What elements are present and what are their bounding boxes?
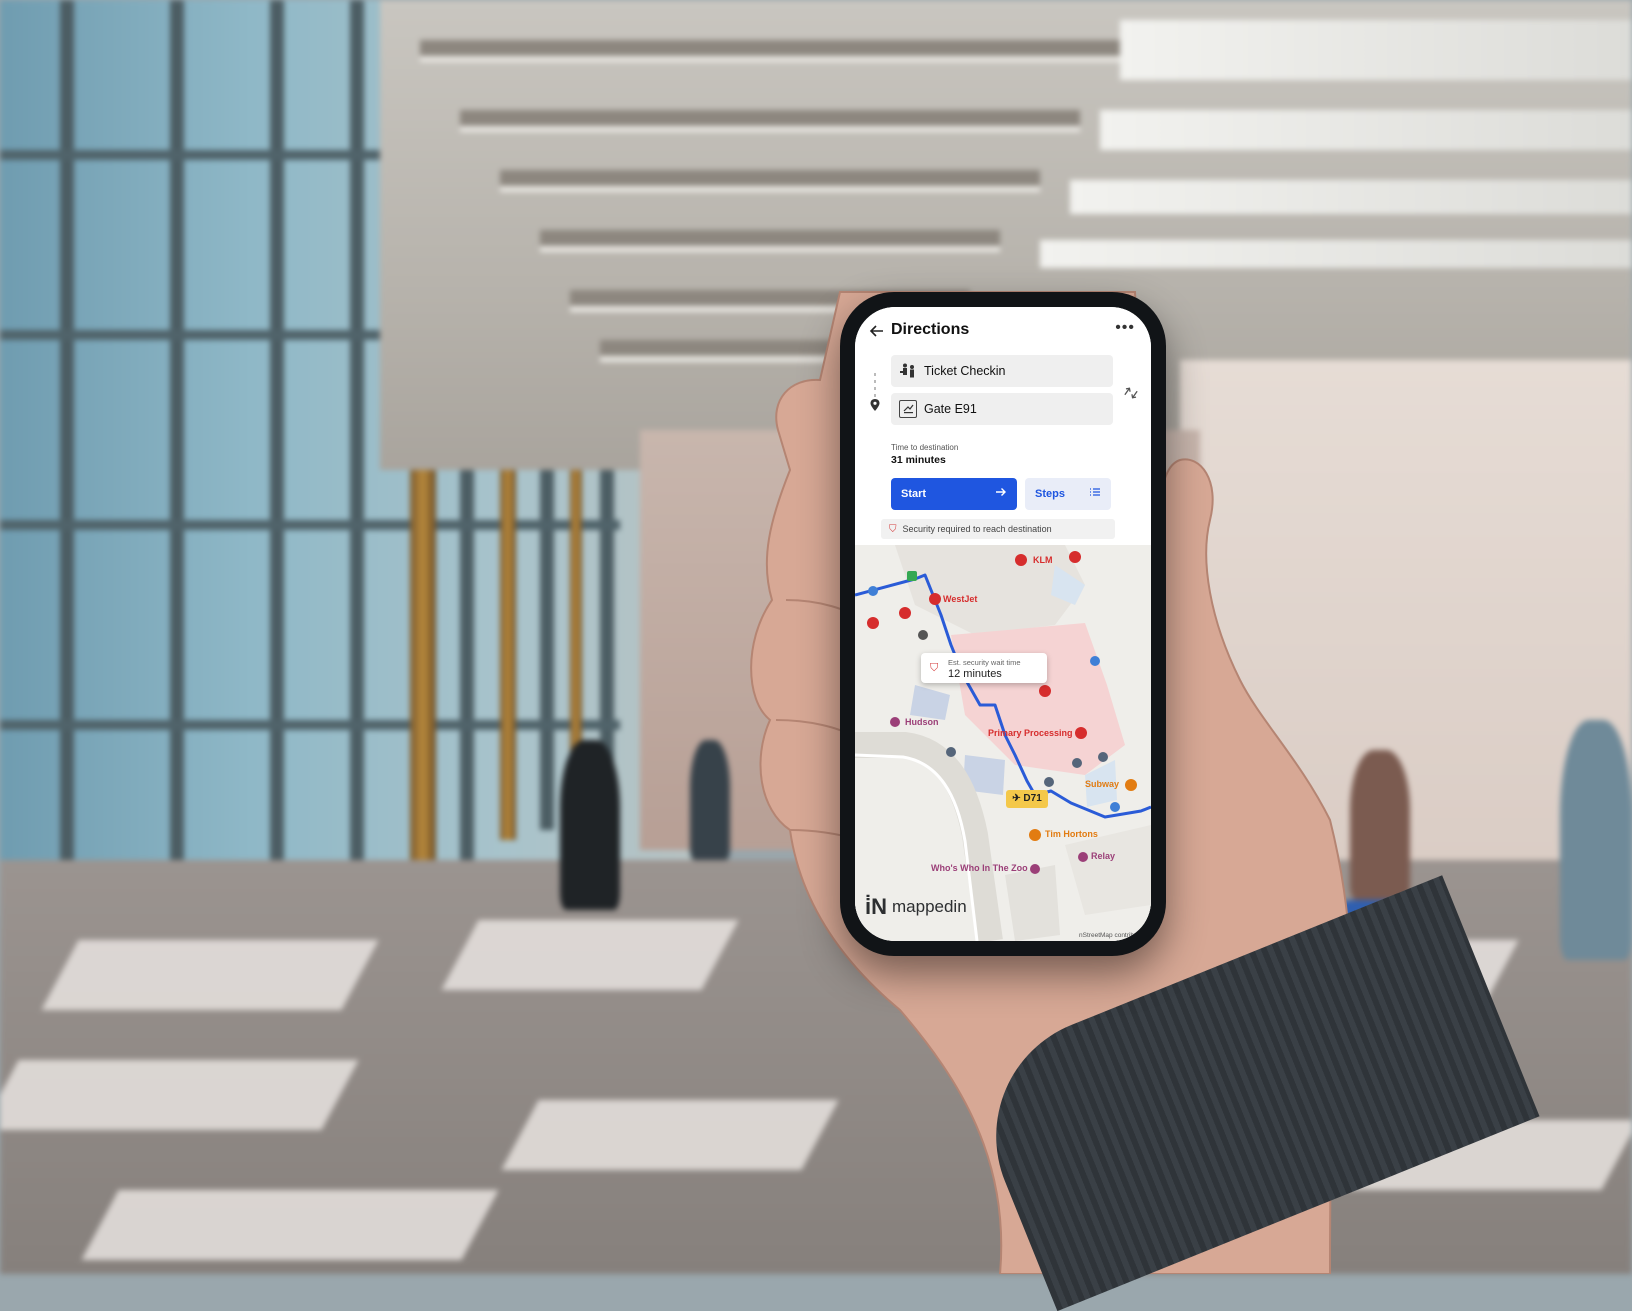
time-to-destination-value: 31 minutes bbox=[891, 454, 946, 466]
phone-screen: Directions ••• Ticket Checkin Gate E91 T… bbox=[855, 307, 1151, 941]
map-view[interactable]: KLM WestJet Hudson Primary Processing Su… bbox=[855, 545, 1151, 941]
airline-counter-icon bbox=[867, 617, 879, 629]
security-icon bbox=[1039, 685, 1051, 697]
security-checkpoint-icon bbox=[1072, 758, 1082, 768]
airline-counter-icon bbox=[899, 607, 911, 619]
shop-icon bbox=[1030, 864, 1040, 874]
gate-label: D71 bbox=[1023, 793, 1042, 804]
poi-klm[interactable]: KLM bbox=[1033, 555, 1053, 565]
page-title: Directions bbox=[891, 321, 970, 338]
poi-primary-processing[interactable]: Primary Processing bbox=[988, 728, 1073, 738]
start-button[interactable]: Start bbox=[891, 478, 1017, 510]
airplane-icon: ✈ bbox=[1012, 793, 1021, 804]
poi-tim-hortons[interactable]: Tim Hortons bbox=[1045, 829, 1098, 839]
security-notice: ⛉ Security required to reach destination bbox=[881, 519, 1115, 539]
directions-panel: Directions ••• Ticket Checkin Gate E91 T… bbox=[855, 307, 1151, 557]
gate-marker[interactable]: ✈ D71 bbox=[1006, 790, 1048, 808]
wait-time-value: 12 minutes bbox=[948, 668, 1002, 680]
mappedin-logo: i̇N mappedin bbox=[865, 894, 967, 920]
security-checkpoint-icon bbox=[1044, 777, 1054, 787]
mappedin-mark-icon: i̇N bbox=[865, 894, 887, 919]
restaurant-icon bbox=[1029, 829, 1041, 841]
list-icon bbox=[1089, 485, 1101, 503]
destination-field[interactable]: Gate E91 bbox=[891, 393, 1113, 425]
location-pin-icon bbox=[870, 399, 880, 414]
phone: Directions ••• Ticket Checkin Gate E91 T… bbox=[840, 292, 1166, 956]
shop-icon bbox=[1090, 656, 1100, 666]
poi-subway[interactable]: Subway bbox=[1085, 779, 1119, 789]
arrow-right-icon bbox=[995, 485, 1007, 503]
start-button-label: Start bbox=[901, 488, 927, 500]
airline-counter-icon bbox=[1015, 554, 1027, 566]
restaurant-icon bbox=[1125, 779, 1137, 791]
poi-whos-who-in-the-zoo[interactable]: Who's Who In The Zoo bbox=[931, 863, 1028, 873]
info-icon bbox=[1110, 802, 1120, 812]
green-exit-icon bbox=[907, 571, 917, 581]
shield-icon: ⛉ bbox=[889, 523, 897, 535]
shop-icon bbox=[890, 717, 900, 727]
poi-hudson[interactable]: Hudson bbox=[905, 717, 939, 727]
map-attribution[interactable]: nStreetMap contributo bbox=[1079, 932, 1143, 939]
security-wait-tooltip: ⛉ Est. security wait time 12 minutes bbox=[921, 653, 1047, 683]
airline-counter-icon bbox=[1069, 551, 1081, 563]
security-checkpoint-icon bbox=[946, 747, 956, 757]
logo-text: mappedin bbox=[892, 897, 967, 916]
restroom-icon bbox=[868, 586, 878, 596]
more-icon[interactable]: ••• bbox=[1115, 319, 1135, 337]
wait-time-label: Est. security wait time bbox=[948, 658, 1021, 667]
origin-text: Ticket Checkin bbox=[924, 364, 1006, 378]
route-connector bbox=[874, 373, 876, 399]
poi-westjet[interactable]: WestJet bbox=[943, 594, 977, 604]
airline-counter-icon bbox=[929, 593, 941, 605]
origin-field[interactable]: Ticket Checkin bbox=[891, 355, 1113, 387]
security-icon bbox=[1075, 727, 1087, 739]
security-checkpoint-icon bbox=[1098, 752, 1108, 762]
swap-icon[interactable] bbox=[1123, 385, 1139, 404]
shield-icon: ⛉ bbox=[930, 662, 939, 674]
elevator-icon bbox=[918, 630, 928, 640]
security-notice-text: Security required to reach destination bbox=[902, 524, 1052, 534]
steps-button[interactable]: Steps bbox=[1025, 478, 1111, 510]
shop-icon bbox=[1078, 852, 1088, 862]
gate-icon bbox=[899, 400, 917, 418]
time-to-destination-label: Time to destination bbox=[891, 443, 959, 452]
destination-text: Gate E91 bbox=[924, 402, 977, 416]
ticket-counter-icon bbox=[899, 362, 917, 380]
poi-relay[interactable]: Relay bbox=[1091, 851, 1115, 861]
steps-button-label: Steps bbox=[1035, 488, 1065, 500]
map-markers bbox=[867, 551, 1137, 874]
back-arrow-icon[interactable] bbox=[869, 323, 887, 341]
